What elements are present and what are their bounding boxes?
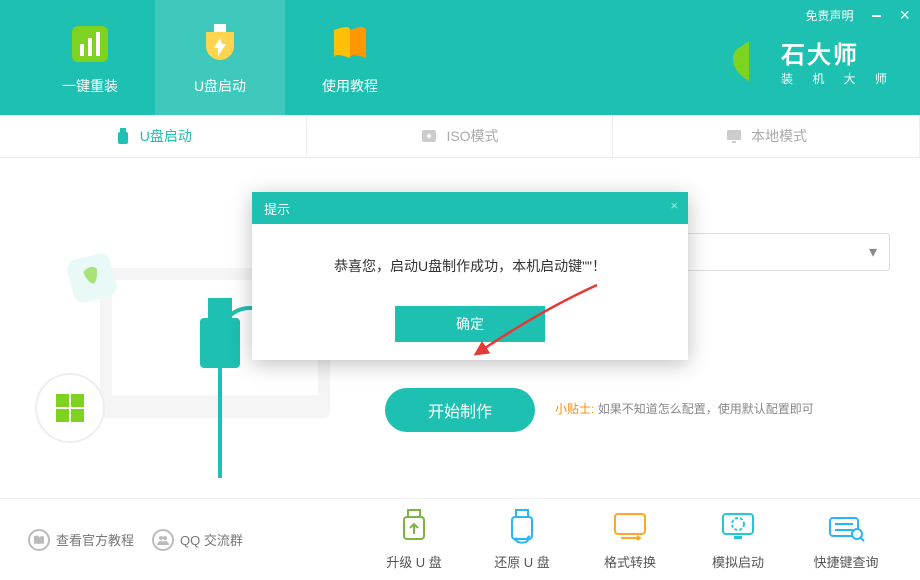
chevron-down-icon: ▾	[869, 242, 877, 262]
dialog-close-button[interactable]: ×	[670, 198, 678, 213]
nav-label: U盘启动	[194, 76, 246, 96]
main-nav: 一键重装 U盘启动 使用教程	[0, 0, 415, 115]
bar-chart-icon	[66, 20, 114, 68]
start-label: 开始制作	[428, 398, 492, 422]
nav-tab-usb-boot[interactable]: U盘启动	[155, 0, 285, 115]
tip-text: 小贴士: 如果不知道怎么配置，使用默认配置即可	[555, 400, 814, 417]
people-icon	[152, 529, 174, 551]
mode-label: U盘启动	[140, 126, 192, 146]
mode-label: 本地模式	[751, 126, 807, 146]
mode-tab-iso[interactable]: ISO模式	[307, 115, 614, 157]
nav-label: 使用教程	[322, 76, 378, 96]
mode-tab-usb[interactable]: U盘启动	[0, 115, 307, 157]
close-button[interactable]: ×	[899, 5, 910, 26]
disclaimer-link[interactable]: 免责声明	[805, 7, 853, 24]
footer: 查看官方教程 QQ 交流群 升级 U 盘 还原 U 盘 格式转换 模拟启动 快捷…	[0, 498, 920, 580]
minimize-button[interactable]: –	[871, 5, 881, 26]
brand: 石大师 装 机 大 师	[727, 35, 895, 87]
start-button[interactable]: 开始制作	[385, 388, 535, 432]
monitor-play-icon	[719, 508, 757, 546]
action-hotkey-lookup[interactable]: 快捷键查询	[792, 508, 900, 571]
keyboard-search-icon	[827, 508, 865, 546]
action-upgrade-usb[interactable]: 升级 U 盘	[360, 508, 468, 571]
book-open-icon	[28, 529, 50, 551]
qq-group-link[interactable]: QQ 交流群	[152, 529, 243, 551]
tutorial-link[interactable]: 查看官方教程	[28, 529, 134, 551]
app-header: 一键重装 U盘启动 使用教程 石大师 装 机 大 师 免责声明 – ×	[0, 0, 920, 115]
book-icon	[326, 20, 374, 68]
nav-tab-reinstall[interactable]: 一键重装	[25, 0, 155, 115]
usb-shield-icon	[196, 20, 244, 68]
action-format-convert[interactable]: 格式转换	[576, 508, 684, 571]
monitor-icon	[725, 127, 743, 145]
action-restore-usb[interactable]: 还原 U 盘	[468, 508, 576, 571]
usb-up-icon	[395, 508, 433, 546]
mode-tabs: U盘启动 ISO模式 本地模式	[0, 115, 920, 158]
nav-label: 一键重装	[62, 76, 118, 96]
ok-button[interactable]: 确定	[395, 306, 545, 342]
convert-icon	[611, 508, 649, 546]
mode-label: ISO模式	[446, 126, 498, 146]
action-simulate-boot[interactable]: 模拟启动	[684, 508, 792, 571]
nav-tab-tutorial[interactable]: 使用教程	[285, 0, 415, 115]
tip-content: 如果不知道怎么配置，使用默认配置即可	[598, 402, 814, 416]
brand-name: 石大师	[781, 35, 895, 70]
mode-tab-local[interactable]: 本地模式	[613, 115, 920, 157]
dialog-header: 提示 ×	[252, 192, 688, 224]
dialog-message: 恭喜您，启动U盘制作成功，本机启动键""！	[252, 224, 688, 296]
iso-icon	[420, 127, 438, 145]
brand-logo-icon	[727, 39, 771, 83]
usb-icon	[114, 127, 132, 145]
usb-refresh-icon	[503, 508, 541, 546]
brand-subtitle: 装 机 大 师	[781, 70, 895, 87]
dialog-title: 提示	[264, 199, 290, 218]
tip-label: 小贴士:	[555, 402, 594, 416]
window-controls: 免责声明 – ×	[805, 5, 910, 26]
success-dialog: 提示 × 恭喜您，启动U盘制作成功，本机启动键""！ 确定	[252, 192, 688, 360]
